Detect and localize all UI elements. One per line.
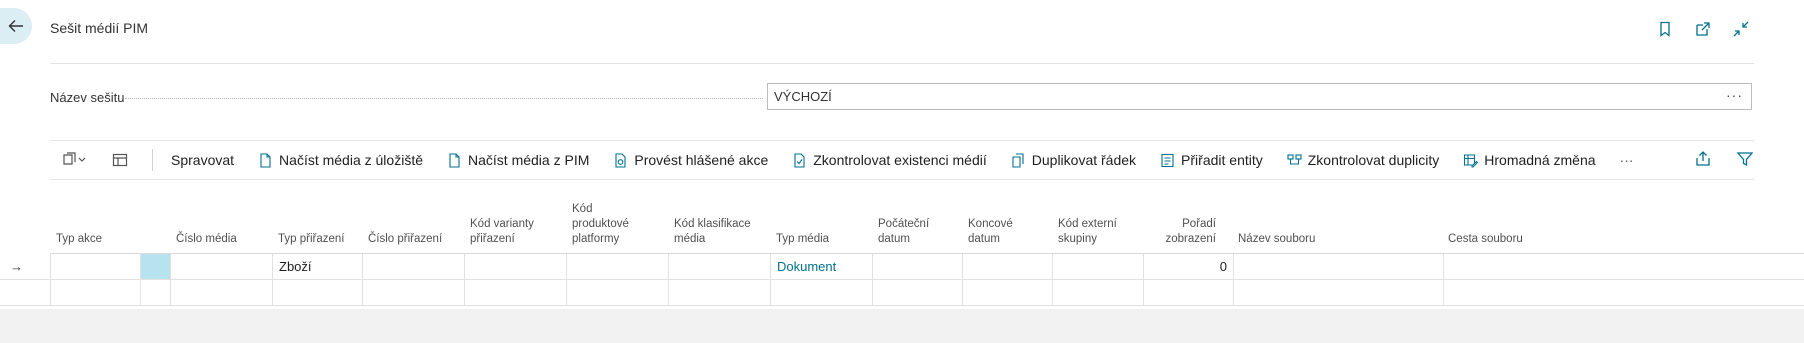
row-indicator: →: [0, 254, 50, 280]
bulk-change-button[interactable]: Hromadná změna: [1463, 152, 1596, 168]
row-indicator: [0, 280, 50, 306]
toolbar-right-actions: [1694, 150, 1754, 168]
check-media-existence-label: Zkontrolovat existenci médií: [813, 152, 987, 168]
cell-kod-varianty[interactable]: [464, 254, 566, 280]
cell-kod-externi[interactable]: [1052, 280, 1143, 306]
arrow-left-icon: [8, 20, 23, 32]
col-header-kod-varianty[interactable]: Kód varianty přiřazení: [470, 195, 560, 253]
duplicate-row-button[interactable]: Duplikovat řádek: [1011, 152, 1136, 168]
page-title: Sešit médií PIM: [50, 20, 149, 36]
cell-cislo-prirazeni[interactable]: [362, 280, 464, 306]
process-actions-label: Provést hlášené akce: [634, 152, 769, 168]
cell-koncove-datum[interactable]: [962, 280, 1052, 306]
cell-kod-klasifikace[interactable]: [668, 254, 770, 280]
col-header-poradi[interactable]: Pořadí zobrazení: [1160, 195, 1216, 253]
cell-koncove-datum[interactable]: [962, 254, 1052, 280]
header-actions: [1656, 20, 1750, 38]
col-header-kod-platformy[interactable]: Kód produktové platformy: [572, 195, 652, 253]
duplicates-icon: [1287, 153, 1302, 165]
cell-cesta-souboru[interactable]: [1443, 254, 1804, 280]
field-label: Název sešitu: [50, 90, 125, 105]
bookmark-icon[interactable]: [1656, 20, 1674, 38]
document-action-icon: [615, 152, 626, 168]
cell-selected-marker[interactable]: [140, 254, 170, 280]
cell-pocatecni-datum[interactable]: [872, 254, 962, 280]
col-header-koncove-datum[interactable]: Koncové datum: [968, 195, 1038, 253]
cell-typ-prirazeni[interactable]: Zboží: [272, 254, 362, 280]
manage-label: Spravovat: [171, 152, 235, 168]
cell-nazev-souboru[interactable]: [1233, 254, 1443, 280]
cell-kod-klasifikace[interactable]: [668, 280, 770, 306]
document-icon: [260, 152, 271, 168]
cell-marker[interactable]: [140, 280, 170, 306]
manage-button[interactable]: Spravovat: [171, 152, 234, 168]
table-row[interactable]: [0, 280, 1804, 306]
collapse-icon[interactable]: [1732, 20, 1750, 38]
col-header-typ-media[interactable]: Typ média: [776, 195, 856, 253]
cell-kod-platformy[interactable]: [566, 254, 668, 280]
col-header-typ-akce[interactable]: Typ akce: [56, 195, 136, 253]
cell-kod-platformy[interactable]: [566, 280, 668, 306]
bulk-edit-icon: [1464, 153, 1479, 167]
assign-entities-label: Přiřadit entity: [1181, 152, 1263, 168]
cell-poradi[interactable]: [1143, 280, 1233, 306]
cell-pocatecni-datum[interactable]: [872, 280, 962, 306]
assign-icon: [1161, 153, 1174, 167]
layout-button[interactable]: [112, 152, 128, 168]
check-duplicates-label: Zkontrolovat duplicity: [1307, 152, 1440, 168]
col-header-cislo-prirazeni[interactable]: Číslo přiřazení: [368, 195, 463, 253]
load-media-storage-button[interactable]: Načíst média z úložiště: [258, 152, 423, 168]
more-actions-button[interactable]: ···: [1620, 152, 1634, 168]
process-actions-button[interactable]: Provést hlášené akce: [613, 152, 768, 168]
workbook-name-value: VÝCHOZÍ: [774, 89, 832, 104]
layout-icon: [112, 153, 128, 167]
cell-typ-prirazeni[interactable]: [272, 280, 362, 306]
lookup-ellipsis-icon[interactable]: ···: [1726, 87, 1743, 103]
duplicate-row-label: Duplikovat řádek: [1031, 152, 1137, 168]
assign-entities-button[interactable]: Přiřadit entity: [1160, 152, 1263, 168]
cell-cislo-media[interactable]: [170, 254, 272, 280]
cell-typ-akce[interactable]: [50, 254, 140, 280]
cell-kod-externi[interactable]: [1052, 254, 1143, 280]
cell-kod-varianty[interactable]: [464, 280, 566, 306]
col-header-kod-externi[interactable]: Kód externí skupiny: [1058, 195, 1138, 253]
load-media-pim-label: Načíst média z PIM: [468, 152, 590, 168]
view-icon: [63, 152, 86, 165]
back-button[interactable]: [0, 8, 32, 44]
header-divider: [50, 63, 1754, 64]
document-check-icon: [794, 152, 805, 168]
open-new-window-icon[interactable]: [1694, 20, 1712, 38]
col-header-kod-klasifikace[interactable]: Kód klasifikace média: [674, 195, 764, 253]
cell-cislo-prirazeni[interactable]: [362, 254, 464, 280]
col-header-cesta-souboru[interactable]: Cesta souboru: [1448, 195, 1598, 253]
cell-nazev-souboru[interactable]: [1233, 280, 1443, 306]
filter-icon[interactable]: [1736, 150, 1754, 168]
cell-typ-media[interactable]: Dokument: [770, 254, 872, 280]
check-media-existence-button[interactable]: Zkontrolovat existenci médií: [792, 152, 987, 168]
action-toolbar: Spravovat Načíst média z úložiště Načíst…: [50, 140, 1754, 180]
check-duplicates-button[interactable]: Zkontrolovat duplicity: [1287, 152, 1440, 168]
document-icon: [449, 152, 460, 168]
copy-icon: [1012, 152, 1024, 168]
col-header-nazev-souboru[interactable]: Název souboru: [1238, 195, 1388, 253]
field-leader-dots: [125, 98, 763, 99]
toolbar-separator: [152, 149, 153, 171]
cell-poradi[interactable]: 0: [1143, 254, 1233, 280]
cell-typ-akce[interactable]: [50, 280, 140, 306]
cell-cesta-souboru[interactable]: [1443, 280, 1804, 306]
col-header-typ-prirazeni[interactable]: Typ přiřazení: [278, 195, 363, 253]
bulk-change-label: Hromadná změna: [1484, 152, 1596, 168]
workbook-name-field[interactable]: VÝCHOZÍ ···: [767, 83, 1752, 110]
load-media-storage-label: Načíst média z úložiště: [279, 152, 423, 168]
view-toggle-button[interactable]: [62, 152, 88, 168]
table-row[interactable]: → Zboží Dokument 0: [0, 254, 1804, 280]
col-header-pocatecni-datum[interactable]: Počáteční datum: [878, 195, 958, 253]
page-footer-area: [0, 309, 1804, 343]
share-icon[interactable]: [1694, 150, 1712, 168]
load-media-pim-button[interactable]: Načíst média z PIM: [447, 152, 589, 168]
col-header-cislo-media[interactable]: Číslo média: [176, 195, 266, 253]
cell-typ-media[interactable]: [770, 280, 872, 306]
cell-cislo-media[interactable]: [170, 280, 272, 306]
